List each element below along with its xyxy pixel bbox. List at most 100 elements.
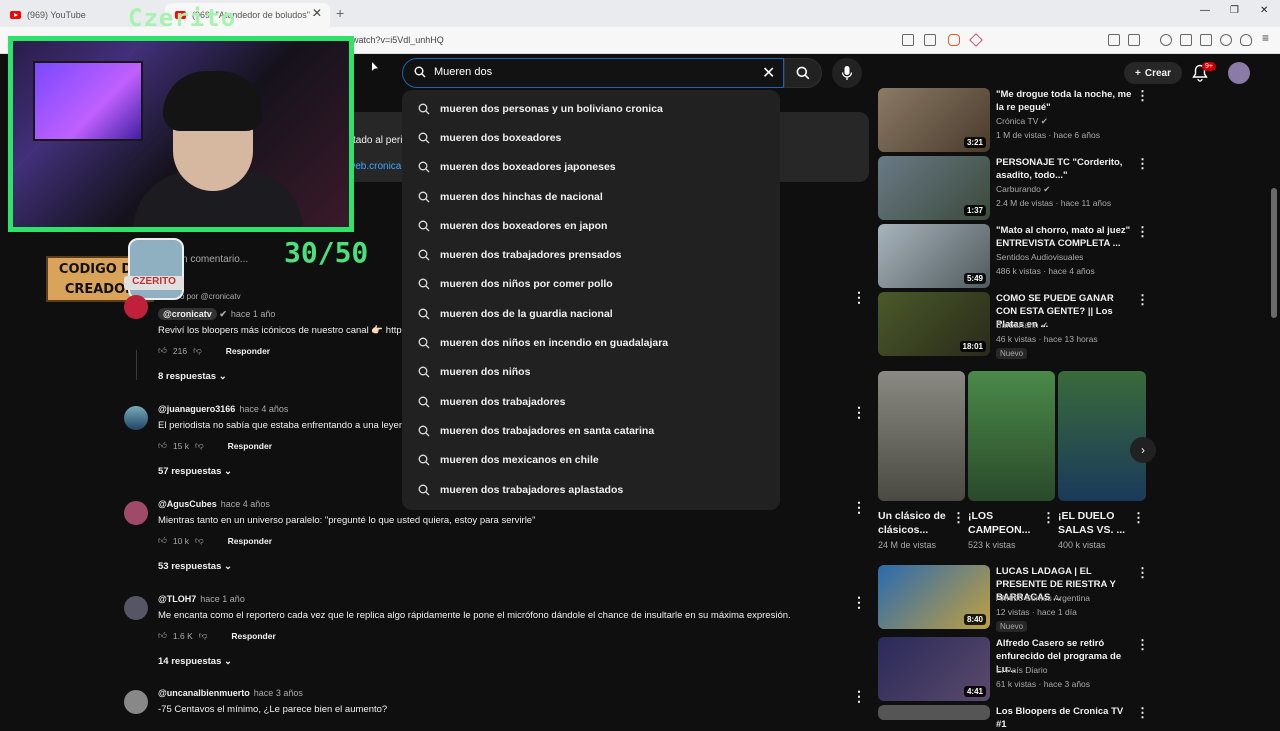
dislike-icon[interactable]: 👎︎: [195, 440, 204, 451]
short-thumbnail[interactable]: [1058, 371, 1146, 501]
new-tab-button[interactable]: +: [336, 5, 344, 21]
leo-ai-icon[interactable]: [1220, 34, 1232, 46]
search-button[interactable]: [784, 58, 822, 88]
menu-icon[interactable]: ≡: [1262, 31, 1274, 45]
comment-author[interactable]: @cronicatv ✔ hace 1 año: [158, 308, 275, 320]
video-thumbnail[interactable]: 1:37: [878, 156, 990, 220]
video-channel[interactable]: AM650 Somos Argentina: [996, 593, 1090, 603]
avatar[interactable]: [124, 501, 148, 525]
account-avatar[interactable]: [1228, 62, 1250, 84]
avatar[interactable]: [124, 596, 148, 620]
brave-shield-icon[interactable]: [948, 34, 960, 46]
close-tab-icon[interactable]: ✕: [312, 6, 322, 20]
sidebar-icon[interactable]: [1128, 34, 1140, 46]
video-channel[interactable]: Crónica TV ✔: [996, 116, 1048, 127]
like-icon[interactable]: 👍︎: [158, 630, 167, 641]
more-icon[interactable]: ⋮: [1042, 510, 1055, 526]
video-title[interactable]: Los Bloopers de Cronica TV #1: [996, 705, 1136, 731]
create-button[interactable]: + Crear: [1124, 62, 1182, 84]
recommended-video[interactable]: 1:37 PERSONAJE TC "Corderito, asadito, t…: [878, 156, 1149, 220]
suggestion-item[interactable]: mueren dos boxeadores japoneses: [402, 153, 780, 182]
suggestion-item[interactable]: mueren dos niños por comer pollo: [402, 270, 780, 299]
video-title[interactable]: "Me drogue toda la noche, me la re pegué…: [996, 88, 1136, 114]
more-icon[interactable]: ⋮: [1132, 510, 1145, 526]
dislike-icon[interactable]: 👎︎: [195, 535, 204, 546]
video-thumbnail[interactable]: 5:49: [878, 224, 990, 288]
video-thumbnail[interactable]: 3:21: [878, 88, 990, 152]
avatar[interactable]: [124, 295, 148, 319]
suggestion-item[interactable]: mueren dos trabajadores prensados: [402, 240, 780, 269]
comment-author[interactable]: @AgusCubes hace 4 años: [158, 499, 270, 509]
share-icon[interactable]: [924, 34, 936, 46]
clear-search-icon[interactable]: ✕: [762, 63, 775, 83]
dislike-icon[interactable]: 👎︎: [199, 630, 208, 641]
search-input[interactable]: Mueren dos: [434, 66, 492, 78]
like-icon[interactable]: 👍︎: [158, 535, 167, 546]
recommended-video[interactable]: 3:21 "Me drogue toda la noche, me la re …: [878, 88, 1149, 152]
url-text[interactable]: watch?v=i5Vdl_unhHQ: [352, 35, 444, 45]
suggestion-item[interactable]: mueren dos niños en incendio en guadalaj…: [402, 328, 780, 357]
video-thumbnail[interactable]: 8:40: [878, 565, 990, 629]
view-replies-button[interactable]: 57 respuestas ⌄: [158, 466, 232, 477]
video-channel[interactable]: El País Diario: [996, 665, 1048, 675]
more-icon[interactable]: ⋮: [1136, 88, 1149, 104]
more-icon[interactable]: ⋮: [1136, 156, 1149, 172]
more-icon[interactable]: ⋮: [952, 510, 965, 526]
screenshot-icon[interactable]: [902, 34, 914, 46]
video-thumbnail[interactable]: [878, 705, 990, 720]
video-channel[interactable]: Sentidos Audiovisuales: [996, 252, 1083, 262]
view-replies-button[interactable]: 53 respuestas ⌄: [158, 561, 232, 572]
view-replies-button[interactable]: 14 respuestas ⌄: [158, 656, 232, 667]
recommended-video[interactable]: 4:41 Alfredo Casero se retiró enfurecido…: [878, 637, 1149, 701]
video-thumbnail[interactable]: 18:01: [878, 292, 990, 356]
minimize-icon[interactable]: —: [1200, 5, 1210, 16]
chevron-right-icon[interactable]: ›: [1130, 437, 1156, 463]
suggestion-item[interactable]: mueren dos trabajadores aplastados: [402, 475, 780, 504]
more-icon[interactable]: ⋮: [852, 499, 866, 516]
more-icon[interactable]: ⋮: [1136, 637, 1149, 653]
music-icon[interactable]: [1160, 34, 1172, 46]
suggestion-item[interactable]: mueren dos niños: [402, 358, 780, 387]
more-icon[interactable]: ⋮: [852, 404, 866, 421]
suggestion-item[interactable]: mueren dos mexicanos en chile: [402, 446, 780, 475]
comment-author[interactable]: @TLOH7 hace 1 año: [158, 594, 245, 604]
voice-search-button[interactable]: [832, 58, 862, 88]
avatar[interactable]: [124, 690, 148, 714]
add-comment-placeholder[interactable]: n comentario...: [182, 254, 248, 265]
video-channel[interactable]: Carburando ✔: [996, 184, 1050, 195]
suggestion-item[interactable]: mueren dos trabajadores: [402, 387, 780, 416]
description-link[interactable]: web.cronica.: [348, 161, 404, 172]
extensions-icon[interactable]: [1108, 34, 1120, 46]
like-icon[interactable]: 👍︎: [158, 440, 167, 451]
short-title[interactable]: ¡LOS CAMPEON...: [968, 509, 1038, 537]
video-channel[interactable]: BarbaKahn ✔: [996, 320, 1048, 331]
suggestion-item[interactable]: mueren dos personas y un boliviano croni…: [402, 94, 780, 123]
more-icon[interactable]: ⋮: [1136, 705, 1149, 721]
video-title[interactable]: "Mato al chorro, mato al juez" ENTREVIST…: [996, 224, 1136, 250]
recommended-video[interactable]: 18:01 COMO SE PUEDE GANAR CON ESTA GENTE…: [878, 292, 1149, 359]
wallet-icon[interactable]: [1200, 34, 1212, 46]
short-title[interactable]: ¡EL DUELO SALAS VS. ...: [1058, 509, 1128, 537]
view-replies-button[interactable]: 8 respuestas ⌄: [158, 371, 227, 382]
scrollbar[interactable]: [1271, 188, 1277, 318]
avatar[interactable]: [124, 406, 148, 430]
comment-author[interactable]: @uncanalbienmuerto hace 3 años: [158, 688, 303, 698]
recommended-video[interactable]: Los Bloopers de Cronica TV #1 ⋮: [878, 705, 1149, 730]
comment-author[interactable]: @juanaguero3166 hace 4 años: [158, 404, 288, 414]
more-icon[interactable]: ⋮: [1136, 224, 1149, 240]
rewards-icon[interactable]: [969, 33, 983, 47]
more-icon[interactable]: ⋮: [852, 688, 866, 705]
suggestion-item[interactable]: mueren dos trabajadores en santa catarin…: [402, 416, 780, 445]
video-title[interactable]: PERSONAJE TC "Corderito, asadito, todo..…: [996, 156, 1136, 182]
video-thumbnail[interactable]: 4:41: [878, 637, 990, 701]
recommended-video[interactable]: 5:49 "Mato al chorro, mato al juez" ENTR…: [878, 224, 1149, 288]
more-icon[interactable]: ⋮: [1136, 565, 1149, 581]
short-thumbnail[interactable]: [968, 371, 1055, 501]
suggestion-item[interactable]: mueren dos boxeadores en japon: [402, 211, 780, 240]
vpn-shield-icon[interactable]: [1240, 34, 1252, 46]
more-icon[interactable]: ⋮: [852, 289, 866, 306]
reply-button[interactable]: Responder: [231, 631, 275, 641]
suggestion-item[interactable]: mueren dos de la guardia nacional: [402, 299, 780, 328]
more-icon[interactable]: ⋮: [1136, 292, 1149, 308]
window-close-icon[interactable]: ✕: [1260, 5, 1268, 16]
